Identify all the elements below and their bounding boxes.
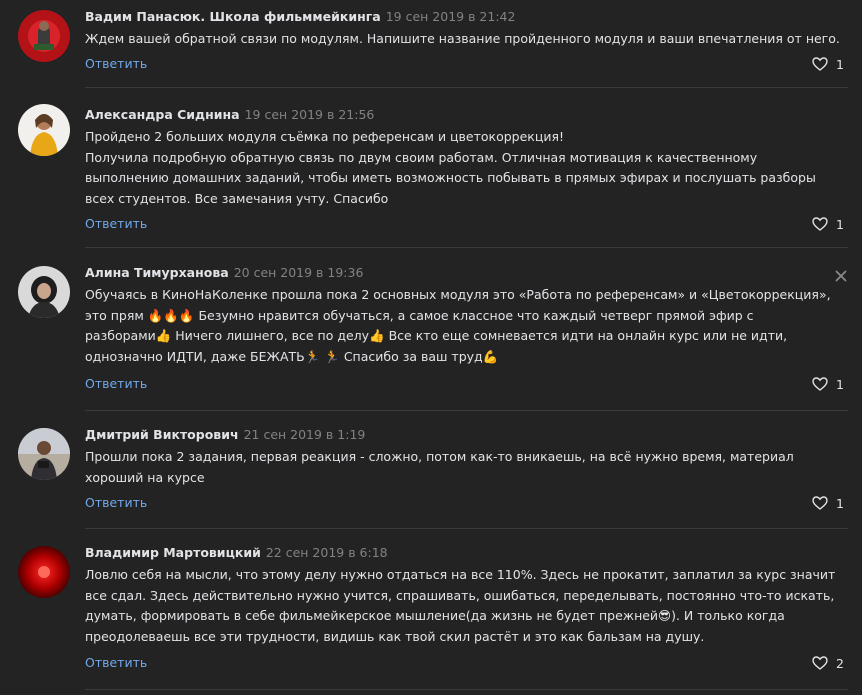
reply-link[interactable]: Ответить — [85, 56, 147, 71]
divider — [85, 689, 848, 690]
comment-text: Обучаясь в КиноНаКоленке прошла пока 2 о… — [85, 287, 831, 364]
comment: Вадим Панасюк. Школа фильммейкинга 19 сен… — [0, 0, 862, 95]
comment-text: Ловлю себя на мысли, что этому делу нужн… — [85, 567, 836, 644]
comment-date[interactable]: 19 сен 2019 в 21:56 — [245, 107, 375, 122]
comment-text: Пройдено 2 больших модуля съёмка по рефе… — [85, 129, 816, 206]
reply-link[interactable]: Ответить — [85, 376, 147, 391]
author-name[interactable]: Алина Тимурханова — [85, 265, 229, 280]
like-count: 1 — [836, 216, 844, 232]
like-button[interactable]: 1 — [812, 215, 844, 233]
like-count: 1 — [836, 495, 844, 511]
comment: Алина Тимурханова 20 сен 2019 в 19:36 Обу… — [0, 250, 862, 411]
author-name[interactable]: Александра Сиднина — [85, 107, 240, 122]
heart-outline-icon — [812, 656, 828, 670]
like-button[interactable]: 1 — [812, 375, 844, 393]
comment-text: Прошли пока 2 задания, первая реакция - … — [85, 449, 794, 485]
author-name[interactable]: Вадим Панасюк. Школа фильммейкинга — [85, 9, 381, 24]
like-button[interactable]: 1 — [812, 494, 844, 512]
divider — [85, 247, 848, 248]
comments-feed: Вадим Панасюк. Школа фильммейкинга 19 сен… — [0, 0, 862, 695]
heart-outline-icon — [812, 217, 828, 231]
avatar[interactable] — [18, 546, 70, 598]
divider — [85, 87, 848, 88]
avatar[interactable] — [18, 104, 70, 156]
comment: Александра Сиднина 19 сен 2019 в 21:56 Пр… — [0, 95, 862, 250]
heart-outline-icon — [812, 496, 828, 510]
comment-date[interactable]: 19 сен 2019 в 21:42 — [386, 9, 516, 24]
like-count: 2 — [836, 655, 844, 671]
heart-outline-icon — [812, 377, 828, 391]
comment-header: Вадим Панасюк. Школа фильммейкинга 19 сен… — [85, 9, 848, 25]
heart-outline-icon — [812, 57, 828, 71]
divider — [85, 528, 848, 529]
avatar[interactable] — [18, 10, 70, 62]
comment-header: Владимир Мартовицкий 22 сен 2019 в 6:18 — [85, 545, 848, 561]
comment-text: Ждем вашей обратной связи по модулям. На… — [85, 31, 840, 46]
comment-header: Александра Сиднина 19 сен 2019 в 21:56 — [85, 107, 848, 123]
avatar[interactable] — [18, 428, 70, 480]
like-count: 1 — [836, 376, 844, 392]
comment-header: Дмитрий Викторович 21 сен 2019 в 1:19 — [85, 427, 848, 443]
like-button[interactable]: 2 — [812, 654, 844, 672]
author-name[interactable]: Дмитрий Викторович — [85, 427, 239, 442]
comment-header: Алина Тимурханова 20 сен 2019 в 19:36 — [85, 265, 848, 281]
author-name[interactable]: Владимир Мартовицкий — [85, 545, 261, 560]
like-button[interactable]: 1 — [812, 55, 844, 73]
avatar[interactable] — [18, 266, 70, 318]
reply-link[interactable]: Ответить — [85, 655, 147, 670]
comment: Дмитрий Викторович 21 сен 2019 в 1:19 Про… — [0, 411, 862, 536]
comment-date[interactable]: 22 сен 2019 в 6:18 — [266, 545, 388, 560]
like-count: 1 — [836, 56, 844, 72]
comment-date[interactable]: 20 сен 2019 в 19:36 — [234, 265, 364, 280]
comment: Владимир Мартовицкий 22 сен 2019 в 6:18 Л… — [0, 536, 862, 695]
reply-link[interactable]: Ответить — [85, 495, 147, 510]
reply-link[interactable]: Ответить — [85, 216, 147, 231]
comment-date[interactable]: 21 сен 2019 в 1:19 — [244, 427, 366, 442]
